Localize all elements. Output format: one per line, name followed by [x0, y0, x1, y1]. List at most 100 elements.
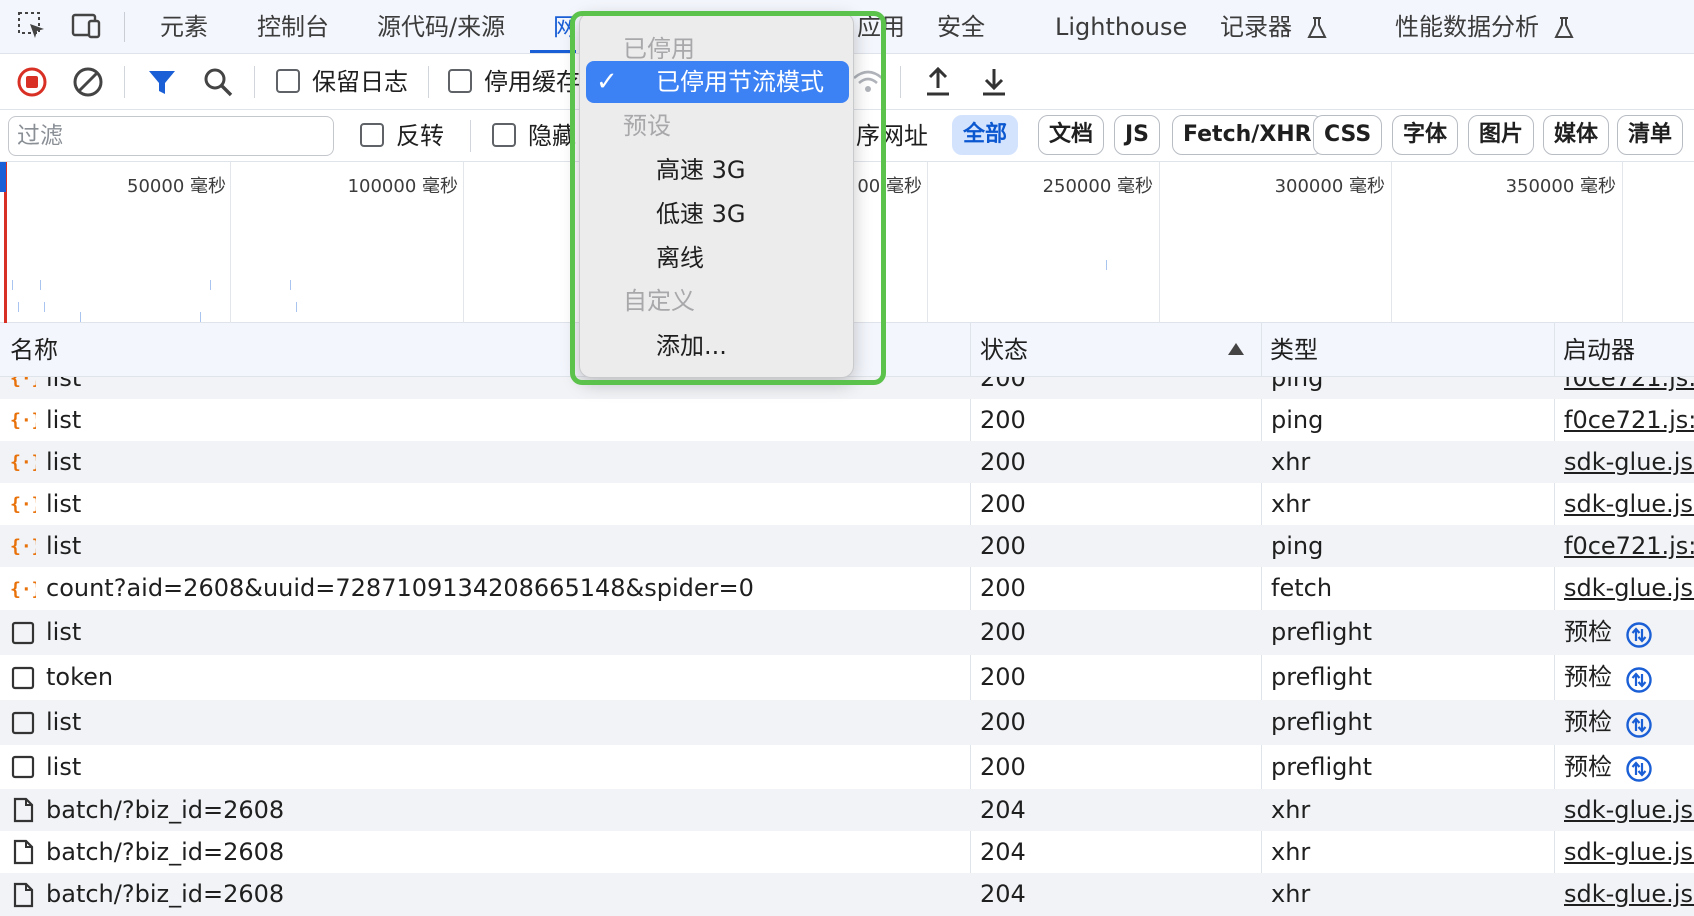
preflight-icon — [11, 621, 35, 644]
request-initiator[interactable]: sdk-glue.js:1 — [1564, 483, 1694, 525]
timeline-tick-label: 300000 毫秒 — [1274, 176, 1385, 197]
request-row[interactable]: {·} list 200 ping f0ce721.js:3 — [0, 399, 1694, 441]
request-status: 200 — [980, 574, 1026, 602]
clear-icon[interactable] — [70, 64, 106, 100]
filter-chip-js[interactable]: JS — [1114, 115, 1161, 155]
disable-cache-checkbox[interactable] — [448, 69, 472, 93]
filter-chip-manifest[interactable]: 清单 — [1617, 115, 1684, 155]
filter-divider — [470, 120, 471, 152]
request-status: 200 — [980, 532, 1026, 560]
request-status: 200 — [980, 708, 1026, 736]
column-header-status[interactable]: 状态 — [980, 323, 1028, 377]
filter-chip-css[interactable]: CSS — [1313, 115, 1383, 155]
request-row[interactable]: {·} count?aid=2608&uuid=72871091342086651… — [0, 567, 1694, 610]
request-status: 204 — [980, 796, 1026, 824]
tab-performance-insights-label: 性能数据分析 — [1395, 13, 1539, 41]
request-initiator[interactable]: f0ce721.js:3 — [1564, 377, 1694, 399]
request-name: list — [46, 618, 82, 646]
timeline-tick-label: 350000 毫秒 — [1505, 176, 1616, 197]
request-name: token — [46, 663, 114, 691]
search-icon[interactable] — [200, 64, 236, 100]
toolbar-divider — [124, 66, 125, 98]
preflight-reveal-icon[interactable] — [1625, 621, 1653, 649]
timeline-gridline — [1391, 162, 1392, 323]
import-har-icon[interactable] — [920, 64, 956, 100]
timeline-dom-marker — [0, 162, 6, 192]
fetch-icon: {·} — [10, 494, 36, 515]
tab-console[interactable]: 控制台 — [257, 0, 329, 54]
request-row[interactable]: {·} list 200 ping f0ce721.js:3 — [0, 525, 1694, 567]
request-row[interactable]: list 200 preflight 预检 — [0, 745, 1694, 789]
request-initiator[interactable]: sdk-glue.js:1 — [1564, 567, 1694, 610]
stop-recording-icon[interactable] — [14, 64, 50, 100]
request-row[interactable]: batch/?biz_id=2608 204 xhr sdk-glue.js:1 — [0, 789, 1694, 831]
timeline-request-mark — [290, 280, 291, 290]
tab-lighthouse[interactable]: Lighthouse — [1055, 0, 1187, 54]
request-initiator[interactable]: f0ce721.js:3 — [1564, 399, 1694, 441]
request-row[interactable]: token 200 preflight 预检 — [0, 655, 1694, 700]
request-initiator[interactable]: sdk-glue.js:1 — [1564, 831, 1694, 873]
request-initiator[interactable]: sdk-glue.js:1 — [1564, 789, 1694, 831]
request-status: 200 — [980, 753, 1026, 781]
experimental-flask-icon — [1307, 17, 1327, 38]
invert-checkbox[interactable] — [360, 123, 384, 147]
filter-chip-font[interactable]: 字体 — [1392, 115, 1459, 155]
filter-chip-fetch-xhr[interactable]: Fetch/XHR — [1172, 115, 1323, 155]
fetch-icon: {·} — [10, 579, 36, 600]
timeline-gridline — [1622, 162, 1623, 323]
filter-chip-media[interactable]: 媒体 — [1543, 115, 1610, 155]
hide-data-urls-checkbox[interactable] — [492, 123, 516, 147]
column-header-initiator[interactable]: 启动器 — [1563, 323, 1635, 377]
request-name: batch/?biz_id=2608 — [46, 880, 285, 908]
document-icon — [13, 882, 34, 907]
request-name: list — [46, 448, 82, 476]
inspect-element-icon[interactable] — [16, 10, 48, 42]
request-row[interactable]: list 200 preflight 预检 — [0, 610, 1694, 655]
filter-chip-document[interactable]: 文档 — [1038, 115, 1105, 155]
request-row[interactable]: batch/?biz_id=2608 204 xhr sdk-glue.js:1 — [0, 873, 1694, 916]
request-type: ping — [1271, 406, 1324, 434]
request-name: list — [46, 708, 82, 736]
tab-bar-divider — [124, 12, 125, 42]
timeline-tick-label: 100000 毫秒 — [347, 176, 458, 197]
request-type: preflight — [1271, 753, 1372, 781]
filter-input[interactable] — [8, 116, 334, 156]
request-status: 204 — [980, 838, 1026, 866]
request-status: 204 — [980, 880, 1026, 908]
toolbar-divider — [428, 66, 429, 98]
tab-sources[interactable]: 源代码/来源 — [377, 0, 505, 54]
tab-security[interactable]: 安全 — [937, 0, 985, 54]
column-header-name[interactable]: 名称 — [10, 323, 58, 377]
request-type: xhr — [1271, 796, 1311, 824]
filter-chip-all[interactable]: 全部 — [952, 115, 1019, 155]
filter-chip-image[interactable]: 图片 — [1468, 115, 1535, 155]
request-status: 200 — [980, 490, 1026, 518]
preserve-log-checkbox[interactable] — [276, 69, 300, 93]
request-status: 200 — [980, 663, 1026, 691]
tab-performance-insights[interactable]: 性能数据分析 — [1395, 0, 1575, 54]
tab-elements[interactable]: 元素 — [160, 0, 208, 54]
request-name: list — [46, 406, 82, 434]
preflight-reveal-icon[interactable] — [1625, 666, 1653, 694]
device-toolbar-icon[interactable] — [70, 10, 102, 42]
filter-icon[interactable] — [144, 64, 180, 100]
request-initiator[interactable]: sdk-glue.js:1 — [1564, 441, 1694, 483]
preflight-icon — [11, 711, 35, 734]
document-icon — [13, 797, 34, 823]
request-row[interactable]: {·} list 200 xhr sdk-glue.js:1 — [0, 441, 1694, 483]
svg-text:{·}: {·} — [10, 410, 36, 431]
column-header-type[interactable]: 类型 — [1270, 323, 1318, 377]
request-row[interactable]: {·} list 200 xhr sdk-glue.js:1 — [0, 483, 1694, 525]
request-row[interactable]: list 200 preflight 预检 — [0, 700, 1694, 745]
invert-label: 反转 — [396, 122, 444, 150]
request-initiator[interactable]: sdk-glue.js:1 — [1564, 873, 1694, 916]
export-har-icon[interactable] — [976, 64, 1012, 100]
request-initiator[interactable]: f0ce721.js:3 — [1564, 525, 1694, 567]
preflight-reveal-icon[interactable] — [1625, 755, 1653, 783]
tab-recorder[interactable]: 记录器 — [1220, 0, 1328, 54]
svg-text:{·}: {·} — [10, 536, 36, 557]
timeline-request-mark — [44, 302, 45, 312]
request-status: 200 — [980, 448, 1026, 476]
preflight-reveal-icon[interactable] — [1625, 711, 1653, 739]
request-row[interactable]: batch/?biz_id=2608 204 xhr sdk-glue.js:1 — [0, 831, 1694, 873]
